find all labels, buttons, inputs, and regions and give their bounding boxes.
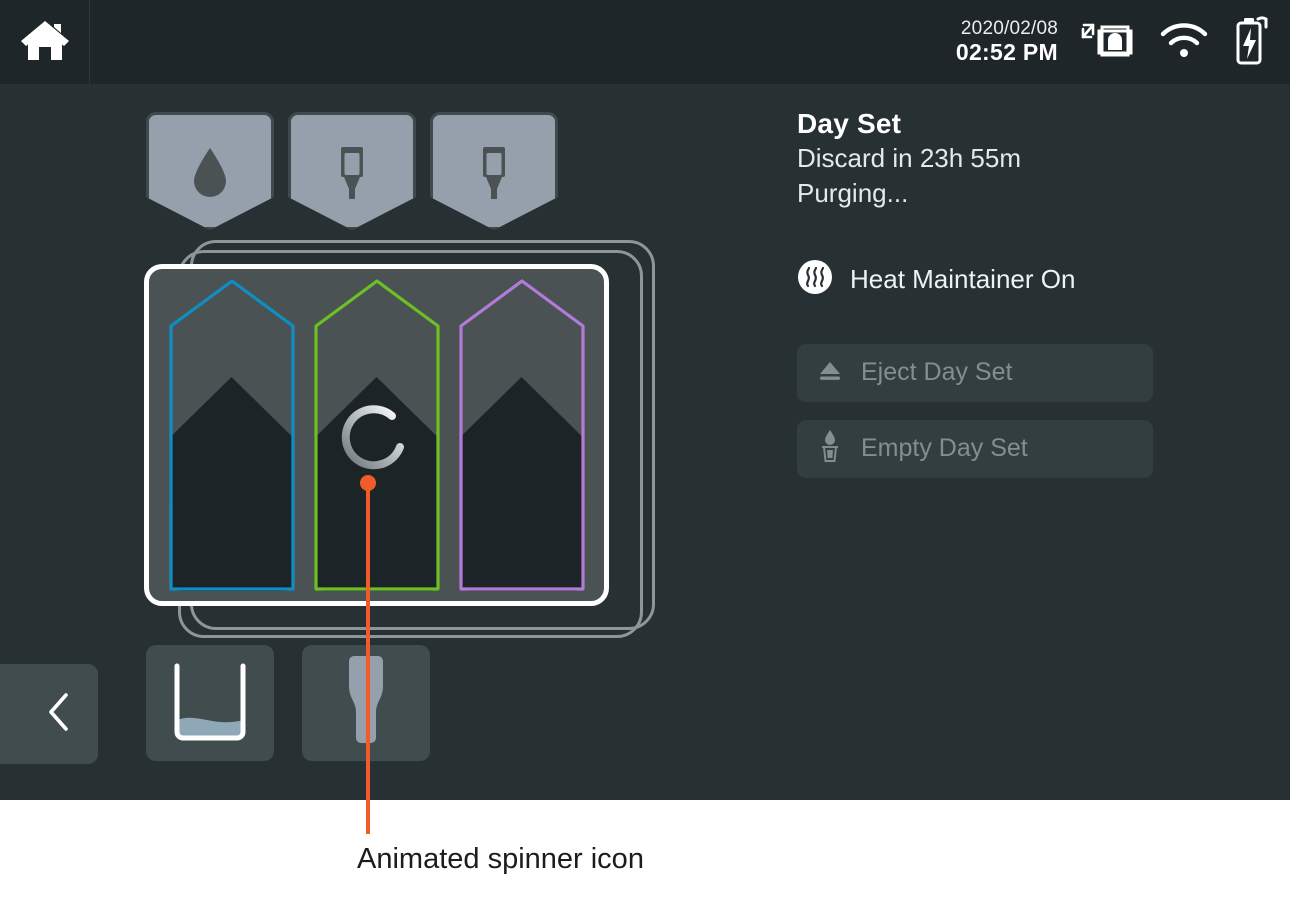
vial-icon [332, 145, 372, 208]
info-panel: Day Set Discard in 23h 55m Purging... He… [797, 108, 1197, 478]
status-shield-row [146, 112, 558, 230]
status-cluster: 2020/02/08 02:52 PM [956, 0, 1272, 84]
annotation-label: Animated spinner icon [357, 843, 644, 875]
battery-charging-icon[interactable] [1232, 13, 1272, 72]
cassette-green[interactable] [313, 276, 441, 594]
waste-container-icon [163, 658, 257, 749]
page-title: Day Set [797, 108, 902, 139]
heat-maintainer-label: Heat Maintainer On [850, 263, 1076, 294]
annotation-anchor-dot [360, 475, 376, 491]
loading-spinner [340, 404, 414, 483]
annotation-leader-line [366, 478, 370, 834]
cassette-outline [168, 276, 296, 594]
state-label: Purging... [797, 178, 909, 209]
eject-day-set-label: Eject Day Set [861, 358, 1013, 387]
device-screen: 2020/02/08 02:52 PM Day Set Discard in 2… [0, 0, 1290, 800]
trash-drop-icon [815, 429, 845, 468]
home-icon [18, 16, 72, 69]
wifi-icon[interactable] [1158, 20, 1210, 65]
eject-day-set-button[interactable]: Eject Day Set [797, 343, 1153, 402]
accessory-icon-row [146, 645, 430, 761]
day-set-tray[interactable] [130, 232, 670, 642]
droplet-icon [188, 145, 232, 206]
status-date: 2020/02/08 [960, 18, 1058, 40]
shield-vial-2[interactable] [430, 112, 558, 230]
waste-container-icon-button[interactable] [146, 645, 274, 761]
heat-maintainer-status: Heat Maintainer On [797, 259, 1197, 300]
empty-day-set-button[interactable]: Empty Day Set [797, 419, 1153, 478]
spinner-container [313, 404, 441, 483]
home-button[interactable] [0, 0, 90, 84]
back-button[interactable] [0, 664, 98, 764]
top-status-bar: 2020/02/08 02:52 PM [0, 0, 1290, 84]
screenshot-root: 2020/02/08 02:52 PM Day Set Discard in 2… [0, 0, 1290, 904]
shield-vial-1[interactable] [288, 112, 416, 230]
cassette-purple[interactable] [458, 276, 586, 594]
discard-timer: Discard in 23h 55m [797, 143, 1021, 173]
vial-icon [474, 145, 514, 208]
status-time: 02:52 PM [955, 38, 1058, 65]
eject-icon [815, 355, 845, 390]
cassette-blue[interactable] [168, 276, 296, 594]
cassette-outline [458, 276, 586, 594]
shield-fluid[interactable] [146, 112, 274, 230]
tray-body[interactable] [144, 264, 609, 606]
empty-day-set-label: Empty Day Set [861, 434, 1028, 463]
transfer-printer-icon[interactable] [1080, 17, 1136, 68]
chevron-left-icon [46, 691, 72, 738]
datetime-display: 2020/02/08 02:52 PM [956, 18, 1058, 65]
heat-waves-icon [797, 259, 833, 300]
